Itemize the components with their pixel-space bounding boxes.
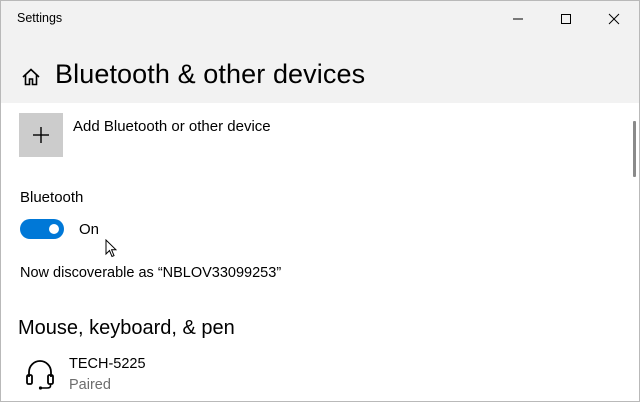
- headset-icon: [26, 360, 54, 390]
- window-title: Settings: [17, 11, 63, 25]
- page-title: Bluetooth & other devices: [55, 59, 366, 89]
- device-name: TECH-5225: [69, 356, 146, 372]
- mouse-cursor-icon: [105, 239, 117, 258]
- title-bar[interactable]: Settings: [1, 1, 639, 37]
- bluetooth-toggle[interactable]: [20, 219, 64, 239]
- bluetooth-toggle-state: On: [79, 221, 100, 238]
- minimize-icon: [513, 18, 523, 20]
- plus-icon: [33, 127, 49, 143]
- close-button[interactable]: [591, 1, 637, 37]
- minimize-button[interactable]: [495, 1, 541, 37]
- home-button[interactable]: [21, 67, 41, 92]
- device-icon: [25, 357, 55, 396]
- device-item[interactable]: TECH-5225 Paired: [19, 353, 319, 397]
- maximize-button[interactable]: [543, 1, 589, 37]
- toggle-knob: [49, 224, 59, 234]
- device-status: Paired: [69, 377, 111, 393]
- settings-window: Settings Bluetooth & other devices Add B…: [0, 0, 640, 402]
- bluetooth-label: Bluetooth: [20, 189, 84, 206]
- section-heading-mouse-keyboard-pen: Mouse, keyboard, & pen: [18, 317, 235, 339]
- close-icon: [608, 13, 620, 25]
- settings-content: Add Bluetooth or other device Bluetooth …: [1, 103, 629, 401]
- scrollbar-thumb[interactable]: [633, 121, 636, 177]
- page-header: Bluetooth & other devices: [1, 37, 639, 103]
- add-device-tile[interactable]: [19, 113, 63, 157]
- home-icon: [22, 68, 40, 86]
- maximize-icon: [561, 14, 571, 24]
- add-device-label[interactable]: Add Bluetooth or other device: [73, 118, 271, 135]
- discoverable-status: Now discoverable as “NBLOV33099253”: [20, 265, 282, 281]
